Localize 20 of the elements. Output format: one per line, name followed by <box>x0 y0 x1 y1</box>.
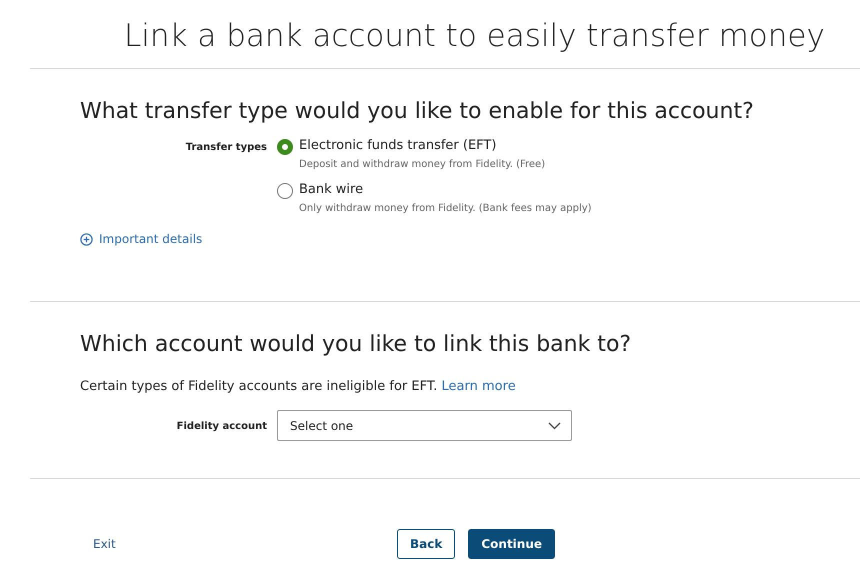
eligibility-note: Certain types of Fidelity accounts are ineligible for EFT. Learn more <box>80 379 517 394</box>
continue-button[interactable]: Continue <box>468 529 556 559</box>
plus-circle-icon <box>80 232 93 246</box>
back-button[interactable]: Back <box>397 529 456 559</box>
option-description: Only withdraw money from Fidelity. (Bank fees may apply) <box>299 203 592 214</box>
chevron-down-icon <box>548 422 561 430</box>
page-title: Link a bank account to easily transfer money <box>123 17 826 56</box>
details-link[interactable]: Important details <box>80 232 202 246</box>
option-description: Deposit and withdraw money from Fidelity. (Free) <box>299 159 546 170</box>
radio-button[interactable] <box>277 139 293 155</box>
account-select[interactable]: Select one <box>277 410 572 441</box>
learn-more-link[interactable]: Learn more <box>442 379 516 394</box>
option-label: Bank wire <box>299 182 364 197</box>
field-label: Transfer types <box>184 141 268 153</box>
section-heading: What transfer type would you like to enable for this account? <box>80 98 755 124</box>
option-label: Electronic funds transfer (EFT) <box>299 138 498 153</box>
radio-button[interactable] <box>277 183 293 199</box>
field-label: Fidelity account <box>176 420 268 432</box>
exit-link[interactable]: Exit <box>93 537 397 551</box>
section-heading: Which account would you like to link this bank to? <box>80 331 632 357</box>
